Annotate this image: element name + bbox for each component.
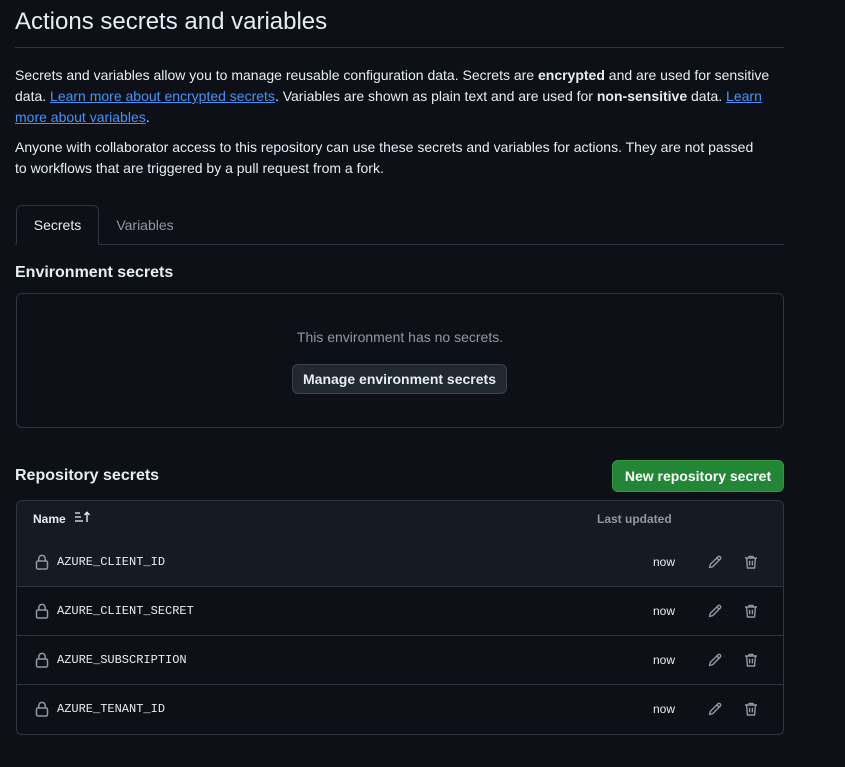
secret-updated: now — [652, 702, 675, 716]
repository-secrets-table: Name Last updated AZURE_CLIENT_ID now AZ… — [16, 500, 784, 735]
lock-icon — [35, 652, 49, 668]
encrypted-secrets-link[interactable]: Learn more about encrypted secrets — [50, 88, 275, 104]
intro-paragraph: Secrets and variables allow you to manag… — [15, 65, 775, 128]
trash-icon[interactable] — [741, 552, 761, 572]
lock-icon — [35, 603, 49, 619]
page-title: Actions secrets and variables — [15, 8, 328, 35]
secret-updated: now — [652, 604, 675, 618]
name-column-label: Name — [33, 512, 66, 526]
intro-text: Secrets and variables allow you to manag… — [15, 67, 538, 83]
pencil-icon[interactable] — [705, 601, 725, 621]
intro-text: data. — [687, 88, 727, 104]
pencil-icon[interactable] — [705, 552, 725, 572]
trash-icon[interactable] — [741, 650, 761, 670]
sort-ascending-icon — [74, 501, 92, 538]
pencil-icon[interactable] — [705, 650, 725, 670]
trash-icon[interactable] — [741, 699, 761, 719]
table-header: Name Last updated — [17, 501, 783, 539]
table-row: AZURE_TENANT_ID now — [17, 685, 783, 733]
intro-bold-non-sensitive: non-sensitive — [596, 88, 688, 104]
secret-updated: now — [652, 653, 675, 667]
secret-name: AZURE_CLIENT_ID — [57, 555, 166, 569]
last-updated-column-header: Last updated — [597, 512, 672, 526]
environment-secrets-box: This environment has no secrets. Manage … — [16, 293, 784, 428]
pencil-icon[interactable] — [705, 699, 725, 719]
environment-secrets-heading: Environment secrets — [15, 264, 174, 281]
table-row: AZURE_CLIENT_ID now — [17, 538, 783, 587]
trash-icon[interactable] — [741, 601, 761, 621]
table-row: AZURE_SUBSCRIPTION now — [17, 636, 783, 685]
manage-environment-secrets-button[interactable]: Manage environment secrets — [292, 364, 507, 394]
intro-bold-encrypted: encrypted — [537, 67, 605, 83]
lock-icon — [35, 701, 49, 717]
repository-secrets-heading: Repository secrets — [15, 467, 160, 484]
lock-icon — [35, 554, 49, 570]
table-row: AZURE_CLIENT_SECRET now — [17, 587, 783, 636]
secret-name: AZURE_SUBSCRIPTION — [57, 653, 187, 667]
title-divider — [15, 47, 784, 48]
intro-text: . — [145, 109, 150, 125]
secret-name: AZURE_CLIENT_SECRET — [57, 604, 194, 618]
environment-empty-message: This environment has no secrets. — [296, 329, 504, 345]
intro-text: . Variables are shown as plain text and … — [274, 88, 597, 104]
tab-secrets[interactable]: Secrets — [16, 205, 99, 245]
name-column-header[interactable]: Name — [33, 501, 92, 538]
new-repository-secret-button[interactable]: New repository secret — [612, 460, 784, 492]
secret-name: AZURE_TENANT_ID — [57, 702, 166, 716]
tab-bar: Secrets Variables — [15, 205, 784, 245]
tab-variables[interactable]: Variables — [115, 205, 175, 245]
secret-updated: now — [652, 555, 675, 569]
access-note-paragraph: Anyone with collaborator access to this … — [15, 139, 754, 176]
